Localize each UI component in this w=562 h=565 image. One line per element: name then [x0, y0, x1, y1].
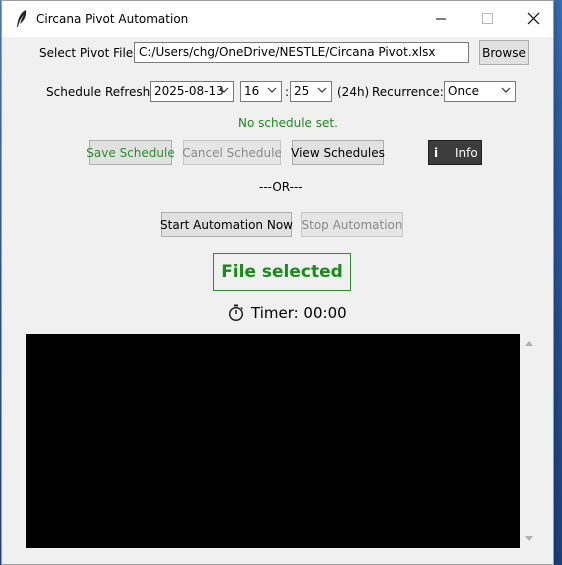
browse-button[interactable]: Browse [479, 40, 529, 65]
scroll-up-icon[interactable] [524, 339, 534, 347]
close-button[interactable] [510, 1, 556, 37]
date-value: 2025-08-13 [154, 84, 224, 98]
recurrence-value: Once [448, 84, 480, 98]
file-path-input[interactable]: C:/Users/chg/OneDrive/NESTLE/Circana Piv… [134, 42, 469, 63]
window-title: Circana Pivot Automation [36, 12, 189, 26]
time-separator: : [285, 85, 290, 99]
file-status-label: File selected [213, 253, 351, 291]
hour-dropdown[interactable]: 16 [240, 81, 282, 102]
title-bar[interactable]: Circana Pivot Automation [2, 1, 553, 37]
schedule-refresh-label: Schedule Refresh: [46, 85, 155, 99]
scroll-down-icon[interactable] [524, 535, 534, 543]
chevron-down-icon [219, 87, 229, 93]
hour-value: 16 [244, 84, 260, 98]
maximize-icon [482, 13, 493, 24]
maximize-button[interactable] [464, 1, 510, 37]
minimize-button[interactable] [418, 1, 464, 37]
minute-dropdown[interactable]: 25 [290, 81, 332, 102]
info-label: Info [455, 146, 478, 160]
minimize-icon [436, 18, 446, 20]
log-console[interactable] [26, 334, 520, 548]
select-file-label: Select Pivot File: [39, 46, 138, 60]
start-automation-button[interactable]: Start Automation Now [160, 212, 293, 237]
stop-automation-button[interactable]: Stop Automation [301, 212, 403, 237]
app-window: Circana Pivot Automation Select Pivot Fi… [1, 0, 554, 565]
close-icon [527, 12, 540, 25]
or-separator: ---OR--- [259, 180, 303, 194]
timer-display: Timer: 00:00 [251, 304, 347, 322]
chevron-down-icon [501, 87, 511, 93]
chevron-down-icon [317, 87, 327, 93]
date-dropdown[interactable]: 2025-08-13 [150, 81, 234, 102]
stopwatch-icon [228, 304, 244, 322]
save-schedule-button[interactable]: Save Schedule [86, 140, 175, 165]
chevron-down-icon [267, 87, 277, 93]
info-icon: i [434, 146, 439, 160]
cancel-schedule-button[interactable]: Cancel Schedule [182, 140, 282, 165]
feather-icon [17, 10, 27, 27]
view-schedules-button[interactable]: View Schedules [291, 140, 385, 165]
minute-value: 25 [294, 84, 310, 98]
schedule-status: No schedule set. [238, 116, 338, 130]
recurrence-label: Recurrence: [372, 85, 444, 99]
info-button[interactable]: i Info [428, 140, 482, 165]
recurrence-dropdown[interactable]: Once [444, 81, 516, 102]
format-hint: (24h) [337, 85, 370, 99]
